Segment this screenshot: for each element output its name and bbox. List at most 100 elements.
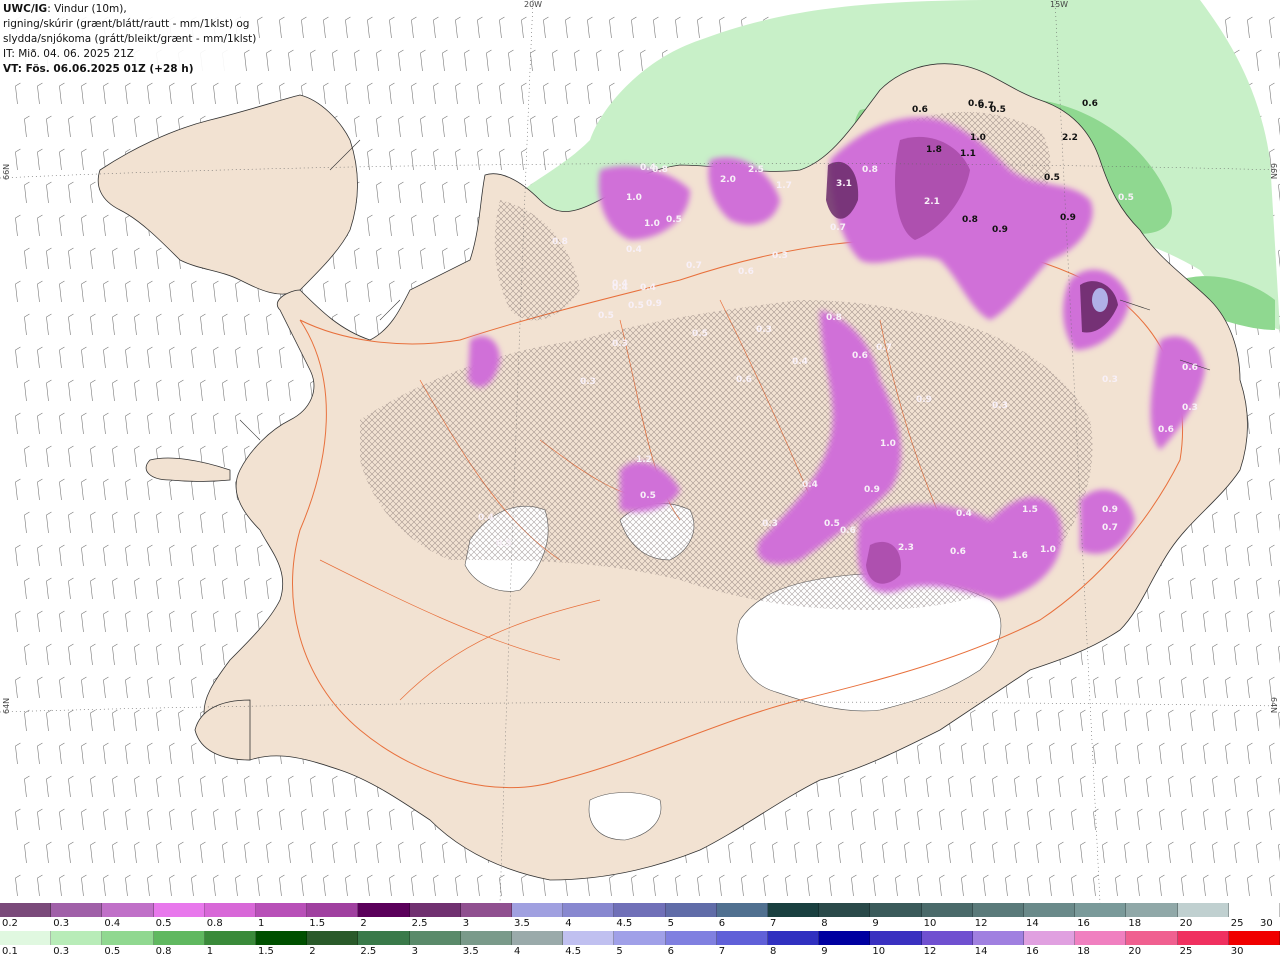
wind-barb: [1115, 808, 1121, 831]
wind-barb: [112, 379, 118, 402]
wind-barb: [15, 874, 21, 897]
wind-barb: [37, 742, 43, 765]
wind-barb: [257, 82, 263, 105]
legend-swatch: [819, 931, 871, 945]
wind-barb: [1115, 742, 1121, 765]
wind-barb: [332, 841, 338, 864]
wind-barb: [521, 16, 527, 39]
wind-barb: [1168, 709, 1174, 732]
wind-barb: [257, 346, 263, 369]
precip-value-label: 0.6: [1082, 99, 1098, 109]
wind-barb: [1190, 643, 1196, 666]
legend-label: 1.5: [258, 946, 274, 957]
precip-value-label: 0.5: [1044, 173, 1060, 183]
wind-barb: [895, 808, 901, 831]
wind-barb: [112, 313, 118, 336]
wind-barb: [213, 874, 219, 897]
precip-value-label: 0.3: [1102, 375, 1118, 385]
wind-barb: [59, 346, 65, 369]
wind-barb: [134, 841, 140, 864]
wind-barb: [389, 280, 395, 303]
wind-barb: [1036, 841, 1042, 864]
wind-barb: [178, 379, 184, 402]
wind-barb: [24, 181, 30, 204]
lat-label-64n-left: 64N: [2, 697, 11, 714]
lat-label-64n-right: 64N: [1269, 697, 1278, 714]
precip-value-label: 0.3: [580, 377, 596, 387]
wind-barb: [939, 874, 945, 897]
precip-value-label: 0.5: [692, 329, 708, 339]
wind-barb: [1005, 874, 1011, 897]
legend-swatch: [716, 931, 769, 945]
legend-swatch: [921, 931, 973, 945]
wind-barb: [301, 16, 307, 39]
wind-barb: [398, 181, 404, 204]
wind-barb: [235, 874, 241, 897]
wind-barb: [46, 379, 52, 402]
wind-barb: [1005, 808, 1011, 831]
wind-barb: [587, 82, 593, 105]
wind-barb: [389, 874, 395, 897]
wind-barb: [1080, 841, 1086, 864]
legend-label: 25: [1179, 946, 1193, 957]
legend-swatch: [768, 903, 820, 917]
wind-barb: [68, 841, 74, 864]
wind-barb: [521, 82, 527, 105]
wind-barb: [882, 841, 888, 864]
legend-label: 12: [974, 918, 988, 929]
wind-barb: [59, 676, 65, 699]
legend-label: 30: [1260, 918, 1273, 929]
wind-barb: [90, 577, 96, 600]
wind-barb: [134, 247, 140, 270]
legend-label: 7: [770, 918, 777, 929]
wind-barb: [266, 313, 272, 336]
wind-barb: [59, 82, 65, 105]
legend-swatch: [768, 931, 820, 945]
wind-barb: [1247, 676, 1253, 699]
legend-swatch: [51, 903, 103, 917]
precip-value-label: 0.7: [1102, 523, 1118, 533]
wind-barb: [1256, 49, 1262, 72]
legend-label: 0.3: [53, 918, 70, 929]
wind-barb: [37, 478, 43, 501]
wind-barb: [1102, 775, 1108, 798]
wind-barb: [838, 775, 844, 798]
wind-barb: [1203, 676, 1209, 699]
precip-value-label: 2.3: [898, 543, 914, 553]
wind-barb: [90, 511, 96, 534]
wind-barb: [1093, 676, 1099, 699]
wind-barb: [1247, 610, 1253, 633]
wind-barb: [81, 346, 87, 369]
wind-barb: [323, 280, 329, 303]
wind-barb: [15, 478, 21, 501]
wind-barb: [37, 82, 43, 105]
precip-value-label: 0.6: [852, 351, 868, 361]
wind-barb: [125, 82, 131, 105]
legend-swatch: [0, 903, 52, 917]
title-line2: rigning/skúrir (grænt/blátt/rautt - mm/1…: [3, 18, 250, 30]
wind-barb: [354, 247, 360, 270]
legend-label: 20: [1179, 918, 1193, 929]
wind-barb: [222, 511, 228, 534]
legend-swatch: [1228, 931, 1280, 945]
wind-barb: [1269, 544, 1275, 567]
wind-barb: [1212, 643, 1218, 666]
wind-barb: [323, 16, 329, 39]
wind-barb: [112, 115, 118, 138]
precip-value-label: 1.8: [926, 145, 942, 155]
precip-value-label: 2.1: [924, 197, 940, 207]
wind-barb: [807, 808, 813, 831]
wind-barb: [838, 841, 844, 864]
legend-swatch: [1075, 903, 1127, 917]
wind-barb: [213, 478, 219, 501]
precip-value-label: 0.8: [962, 215, 978, 225]
wind-barb: [1058, 775, 1064, 798]
precip-value-label: 0.6: [1182, 363, 1198, 373]
precip-value-label: 0.5: [666, 215, 682, 225]
legend-swatch: [102, 931, 154, 945]
legend-label: 25: [1230, 918, 1244, 929]
wind-barb: [24, 511, 30, 534]
wind-barb: [983, 874, 989, 897]
legend-swatch: [460, 931, 513, 945]
wind-barb: [477, 874, 483, 897]
